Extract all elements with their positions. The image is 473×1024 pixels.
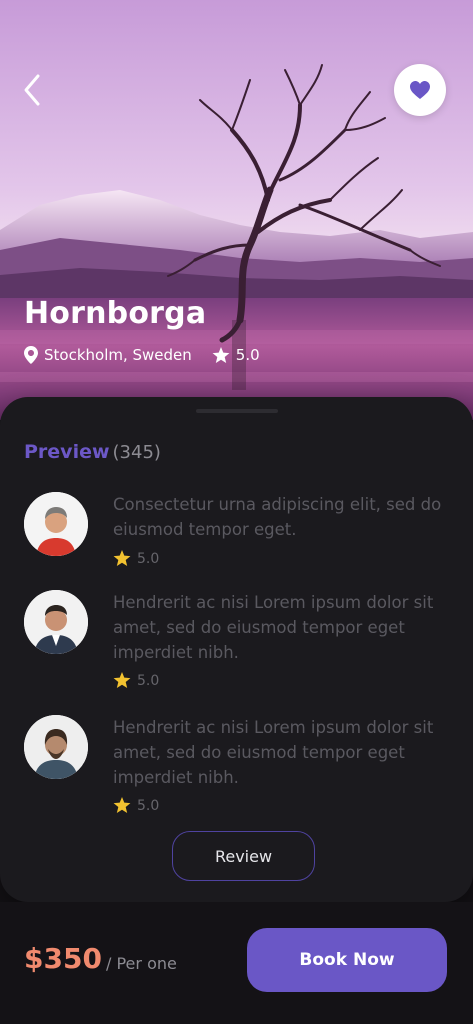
- price: $350: [24, 942, 102, 975]
- review-text: Consectetur urna adipiscing elit, sed do…: [113, 495, 442, 539]
- preview-label[interactable]: Preview: [24, 441, 110, 463]
- review-button[interactable]: Review: [172, 831, 315, 881]
- heart-icon: [410, 81, 430, 99]
- chevron-left-icon: [24, 74, 40, 106]
- review-rating: 5.0: [113, 550, 159, 567]
- sheet-handle[interactable]: [196, 409, 278, 413]
- avatar[interactable]: [24, 715, 88, 779]
- avatar[interactable]: [24, 492, 88, 556]
- map-pin-icon: [24, 346, 38, 364]
- booking-footer: $350 / Per one Book Now: [0, 902, 473, 1024]
- avatar[interactable]: [24, 590, 88, 654]
- place-title: Hornborga: [24, 296, 207, 331]
- review-rating: 5.0: [113, 797, 159, 814]
- review-rating-value: 5.0: [137, 797, 160, 814]
- preview-header: Preview (345): [24, 441, 161, 463]
- star-icon: [113, 550, 131, 567]
- star-icon: [113, 797, 131, 814]
- review-rating-value: 5.0: [137, 672, 160, 689]
- review-item: Hendrerit ac nisi Lorem ipsum dolor sit …: [24, 590, 454, 702]
- review-text: Hendrerit ac nisi Lorem ipsum dolor sit …: [113, 718, 434, 787]
- review-item: Consectetur urna adipiscing elit, sed do…: [24, 492, 454, 582]
- favorite-button[interactable]: [394, 64, 446, 116]
- star-icon: [212, 346, 230, 363]
- star-icon: [113, 672, 131, 689]
- review-rating: 5.0: [113, 672, 159, 689]
- review-text: Hendrerit ac nisi Lorem ipsum dolor sit …: [113, 593, 434, 662]
- price-unit: / Per one: [106, 954, 177, 973]
- review-item: Hendrerit ac nisi Lorem ipsum dolor sit …: [24, 715, 454, 827]
- place-rating: 5.0: [235, 346, 260, 364]
- preview-count: (345): [112, 442, 161, 463]
- book-now-button[interactable]: Book Now: [247, 928, 447, 992]
- back-button[interactable]: [20, 72, 46, 108]
- details-sheet: Preview (345) Consectetur urna adipiscin…: [0, 397, 473, 902]
- review-rating-value: 5.0: [137, 550, 160, 567]
- place-meta: Stockholm, Sweden 5.0: [24, 344, 260, 366]
- place-location: Stockholm, Sweden: [44, 346, 192, 364]
